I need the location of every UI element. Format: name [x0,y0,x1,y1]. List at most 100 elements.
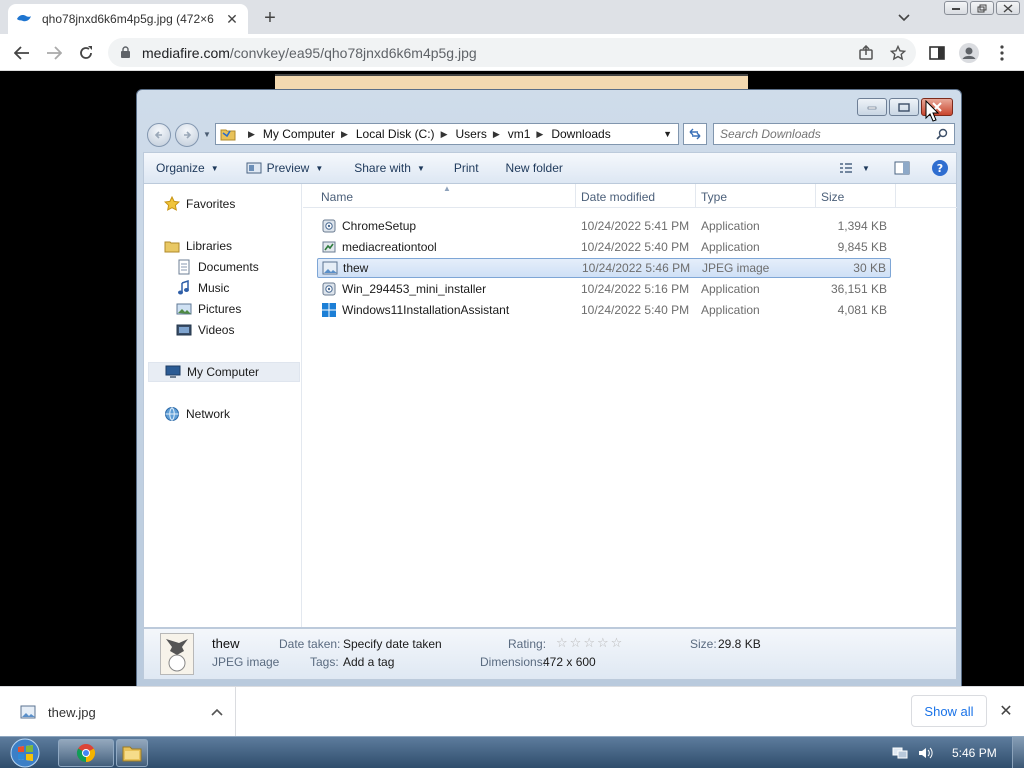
breadcrumb-vm1[interactable]: vm1 ▶ [508,127,552,141]
show-desktop-button[interactable] [1012,737,1024,768]
breadcrumb-my-computer[interactable]: My Computer ▶ [263,127,356,141]
volume-icon[interactable] [916,743,936,763]
nav-libraries[interactable]: Libraries [164,236,232,256]
file-row[interactable]: Win_294453_mini_installer 10/24/2022 5:16… [317,279,891,299]
taskbar-clock[interactable]: 5:46 PM [952,746,997,760]
restore-button[interactable] [970,1,994,15]
media-tool-icon [321,239,337,255]
nav-my-computer[interactable]: My Computer [148,362,300,382]
libraries-icon [164,238,180,254]
file-type: Application [701,303,760,317]
explorer-minimize-button[interactable] [857,98,887,116]
address-dropdown-icon[interactable]: ▼ [663,129,672,139]
close-window-button[interactable] [996,1,1020,15]
download-file-name: thew.jpg [48,704,96,720]
preview-pane-icon [894,161,910,175]
rating-star-icon[interactable]: ☆ [556,636,568,649]
preview-pane-button[interactable] [885,153,919,183]
column-name[interactable]: Name [321,190,353,204]
file-row[interactable]: thew 10/24/2022 5:46 PM JPEG image 30 KB [317,258,891,278]
chevron-up-icon[interactable] [211,705,235,719]
rating-label: Rating: [508,637,547,651]
network-status-icon[interactable] [890,743,910,763]
explorer-maximize-button[interactable] [889,98,919,116]
rating-stars[interactable]: ☆ ☆ ☆ ☆ ☆ [556,636,623,649]
download-item[interactable]: thew.jpg [0,687,236,737]
file-type: JPEG image [702,261,770,275]
side-panel-icon[interactable] [926,42,948,64]
rating-star-icon[interactable]: ☆ [611,636,623,649]
help-button[interactable]: ? [922,153,958,183]
recent-pages-chevron-icon[interactable]: ▼ [203,130,211,139]
close-shelf-icon[interactable]: ✕ [996,701,1016,721]
tab-title: qho78jnxd6k6m4p5g.jpg (472×6 [42,12,214,26]
rating-star-icon[interactable]: ☆ [597,636,609,649]
show-all-button[interactable]: Show all [911,695,987,727]
organize-button[interactable]: Organize ▼ [144,153,228,183]
nav-favorites[interactable]: Favorites [164,194,235,214]
nav-videos[interactable]: Videos [176,320,234,340]
file-size: 1,394 KB [837,219,887,233]
nav-music[interactable]: Music [176,278,229,298]
file-type: Application [701,219,760,233]
taskbar-chrome-button[interactable] [58,739,114,767]
search-icon[interactable] [936,128,948,143]
network-globe-icon [164,406,180,422]
file-row[interactable]: mediacreationtool 10/24/2022 5:40 PM Appli… [317,237,891,257]
tab-search-chevron-icon[interactable] [894,8,914,28]
explorer-forward-button[interactable] [175,123,199,147]
file-row[interactable]: Windows11InstallationAssistant 10/24/2022… [317,300,891,320]
file-date-modified: 10/24/2022 5:16 PM [581,282,690,296]
breadcrumb-local-disk[interactable]: Local Disk (C:) ▶ [356,127,456,141]
address-row: ▼ ▶ My Computer ▶ Local Disk (C:) ▶ Users ▶… [145,122,955,148]
kebab-menu-icon[interactable] [991,42,1013,64]
size-label: Size: [690,637,717,651]
nav-documents[interactable]: Documents [176,257,259,277]
new-folder-button[interactable]: New folder [488,153,572,183]
tab-close-icon[interactable]: ✕ [224,11,240,27]
file-date-modified: 10/24/2022 5:46 PM [582,261,691,275]
breadcrumb-users[interactable]: Users ▶ [455,127,507,141]
change-view-button[interactable]: ▼ [830,153,879,183]
download-shelf: thew.jpg Show all ✕ [0,686,1024,737]
rating-star-icon[interactable]: ☆ [583,636,595,649]
column-size[interactable]: Size [821,190,844,204]
explorer-titlebar[interactable] [137,90,961,120]
back-arrow-icon[interactable] [11,42,33,64]
file-date-modified: 10/24/2022 5:40 PM [581,303,690,317]
nav-pictures[interactable]: Pictures [176,299,241,319]
print-button[interactable]: Print [434,153,488,183]
explorer-refresh-button[interactable] [683,123,707,145]
bookmark-star-icon[interactable] [887,42,909,64]
address-bar[interactable]: mediafire.com/convkey/ea95/qho78jnxd6k6m… [108,38,916,67]
explorer-address-bar[interactable]: ▶ My Computer ▶ Local Disk (C:) ▶ Users ▶ v… [215,123,679,145]
navigation-pane: Favorites Libraries Documents Music Pict… [144,184,302,627]
share-icon[interactable] [855,42,877,64]
file-name: ChromeSetup [342,219,417,233]
search-input[interactable] [720,127,930,141]
explorer-back-button[interactable] [147,123,171,147]
file-row[interactable]: ChromeSetup 10/24/2022 5:41 PM Application… [317,216,891,236]
column-type[interactable]: Type [701,190,727,204]
taskbar-explorer-button[interactable] [116,739,148,767]
file-size: 36,151 KB [830,282,887,296]
system-tray: 5:46 PM [884,737,1024,768]
browser-tab[interactable]: qho78jnxd6k6m4p5g.jpg (472×6 ✕ [8,4,248,34]
new-tab-button[interactable]: + [258,6,282,30]
breadcrumb-downloads[interactable]: Downloads [551,127,610,141]
explorer-search-box[interactable] [713,123,955,145]
column-date-modified[interactable]: Date modified [581,190,655,204]
help-icon: ? [931,159,949,177]
preview-button[interactable]: Preview ▼ [228,153,333,183]
minimize-button[interactable] [944,1,968,15]
tags-value[interactable]: Add a tag [343,655,394,669]
start-button[interactable] [6,738,44,768]
reload-icon[interactable] [75,42,97,64]
share-with-button[interactable]: Share with ▼ [332,153,434,183]
nav-network[interactable]: Network [164,404,230,424]
date-taken-value[interactable]: Specify date taken [343,637,442,651]
profile-avatar-icon[interactable] [958,42,980,64]
explorer-window: ▼ ▶ My Computer ▶ Local Disk (C:) ▶ Users ▶… [136,89,962,687]
rating-star-icon[interactable]: ☆ [570,636,582,649]
forward-arrow-icon[interactable] [43,42,65,64]
